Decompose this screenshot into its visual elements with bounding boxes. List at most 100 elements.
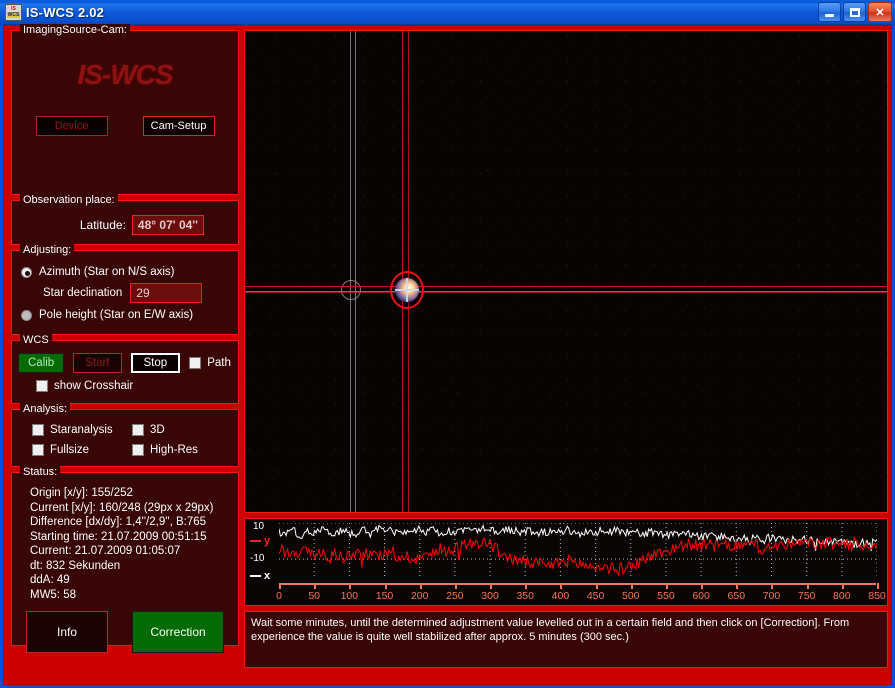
x-tick	[314, 583, 317, 589]
x-tick-label: 350	[516, 590, 534, 602]
staranalysis-checkbox[interactable]	[32, 424, 44, 436]
legend-y: y	[250, 535, 270, 547]
x-tick	[771, 583, 774, 589]
show-crosshair-label: show Crosshair	[54, 380, 134, 392]
star-declination-field[interactable]: 29	[130, 283, 203, 303]
status-line-dda: ddA: 49	[30, 574, 70, 586]
status-line-mw5: MW5: 58	[30, 588, 77, 601]
analysis-group: Analysis: Staranalysis 3D Fullsize High-…	[11, 403, 239, 467]
fullsize-row[interactable]: Fullsize	[32, 444, 132, 456]
is-wcs-logo: IS-WCS	[77, 59, 173, 90]
3d-row[interactable]: 3D	[132, 424, 232, 436]
x-tick	[841, 583, 844, 589]
cam-button-row: Device Cam-Setup	[18, 116, 232, 136]
high-res-row[interactable]: High-Res	[132, 444, 232, 456]
x-axis-line	[279, 583, 876, 585]
high-res-label: High-Res	[150, 444, 198, 456]
camera-preview[interactable]	[244, 30, 888, 513]
x-tick-label: 550	[657, 590, 675, 602]
3d-checkbox[interactable]	[132, 424, 144, 436]
status-group: Status: Origin [x/y]: 155/252 Current [x…	[11, 466, 239, 653]
x-tick-label: 200	[410, 590, 429, 602]
x-tick	[490, 583, 493, 589]
application-window: IS WCS IS-WCS 2.02 ✕ ImagingSource-Cam: I…	[0, 0, 895, 688]
status-line-dt: dt: 832 Sekunden	[30, 559, 121, 572]
analysis-options-grid: Staranalysis 3D Fullsize High-Res	[32, 424, 232, 456]
x-tick-label: 150	[375, 590, 394, 602]
legend-x: x	[250, 570, 270, 582]
client-area: ImagingSource-Cam: IS-WCS Device Cam-Set…	[3, 24, 892, 685]
device-button[interactable]: Device	[35, 116, 108, 136]
star-declination-row: Star declination 29	[43, 283, 232, 303]
latitude-row: Latitude: 48° 07' 04''	[18, 215, 232, 235]
status-readout: Origin [x/y]: 155/252 Current [x/y]: 160…	[30, 486, 232, 602]
x-tick-label: 600	[692, 590, 710, 602]
x-tick	[877, 583, 879, 589]
close-button[interactable]: ✕	[868, 2, 892, 22]
start-button[interactable]: Start	[73, 353, 122, 373]
azimuth-label: Azimuth (Star on N/S axis)	[39, 266, 175, 278]
legend-x-label: x	[264, 570, 271, 582]
3d-label: 3D	[150, 424, 165, 436]
path-label: Path	[207, 357, 231, 369]
high-res-checkbox[interactable]	[132, 444, 144, 456]
x-tick	[349, 583, 352, 589]
status-line-current-xy: Current [x/y]: 160/248 (29px x 29px)	[30, 501, 214, 514]
star-crosshair-horizontal	[395, 289, 419, 291]
path-checkbox[interactable]	[189, 357, 202, 369]
app-icon: IS WCS	[5, 3, 22, 21]
x-tick-label: 700	[762, 590, 781, 602]
x-tick-label: 300	[481, 590, 499, 602]
stop-button[interactable]: Stop	[130, 353, 181, 373]
azimuth-radio-icon[interactable]	[21, 266, 32, 278]
y-tick-label-bottom: -10	[250, 553, 265, 564]
x-tick-label: 650	[727, 590, 746, 602]
calib-button[interactable]: Calib	[18, 353, 65, 373]
staranalysis-row[interactable]: Staranalysis	[32, 424, 132, 436]
maximize-button[interactable]	[843, 2, 866, 22]
window-title: IS-WCS 2.02	[26, 4, 105, 20]
x-tick-label: 400	[551, 590, 570, 602]
left-control-column: ImagingSource-Cam: IS-WCS Device Cam-Set…	[11, 24, 239, 653]
x-tick	[384, 583, 387, 589]
fullsize-checkbox[interactable]	[32, 444, 44, 456]
x-tick	[560, 583, 563, 589]
chart-series-y	[279, 535, 877, 577]
x-tick-label: 250	[446, 590, 464, 602]
close-icon: ✕	[875, 6, 885, 19]
fullsize-label: Fullsize	[50, 444, 89, 456]
azimuth-radio-row[interactable]: Azimuth (Star on N/S axis)	[18, 266, 232, 278]
x-tick-label: 50	[308, 590, 321, 602]
x-tick-label: 850	[868, 590, 886, 602]
x-tick	[279, 583, 281, 589]
latitude-field[interactable]: 48° 07' 04''	[131, 215, 204, 235]
correction-button[interactable]: Correction	[132, 611, 224, 653]
gray-reference-circle	[341, 280, 361, 300]
x-tick	[736, 583, 739, 589]
show-crosshair-row[interactable]: show Crosshair	[36, 380, 232, 392]
minimize-button[interactable]	[818, 2, 841, 22]
x-tick	[630, 583, 633, 589]
target-crosshair-horizontal-2	[245, 292, 887, 293]
path-checkbox-row[interactable]: Path	[189, 357, 231, 369]
adjusting-group: Adjusting: Azimuth (Star on N/S axis) St…	[11, 244, 239, 335]
sensor-noise	[245, 31, 887, 512]
wcs-button-row: Calib Start Stop Path	[18, 353, 232, 373]
wcs-legend: WCS	[20, 334, 52, 346]
x-tick	[665, 583, 668, 589]
status-line-difference: Difference [dx/dy]: 1,4''/2,9'', B:765	[30, 516, 207, 528]
pole-height-radio-row[interactable]: Pole height (Star on E/W axis)	[18, 309, 232, 321]
show-crosshair-checkbox[interactable]	[36, 380, 48, 392]
status-button-row: Info Correction	[26, 611, 224, 653]
x-tick	[806, 583, 809, 589]
status-line-current-time: Current: 21.07.2009 01:05:07	[30, 545, 181, 557]
imaging-source-cam-group: ImagingSource-Cam: IS-WCS Device Cam-Set…	[11, 24, 239, 195]
x-tick-label: 750	[797, 590, 816, 602]
info-button[interactable]: Info	[26, 611, 108, 653]
cam-setup-button[interactable]: Cam-Setup	[142, 116, 215, 136]
status-legend: Status:	[20, 466, 61, 478]
legend-y-label: y	[264, 535, 271, 547]
wcs-group: WCS Calib Start Stop Path show Crosshair	[11, 334, 239, 404]
hint-message: Wait some minutes, until the determined …	[244, 611, 888, 668]
pole-height-radio-icon[interactable]	[21, 309, 32, 321]
